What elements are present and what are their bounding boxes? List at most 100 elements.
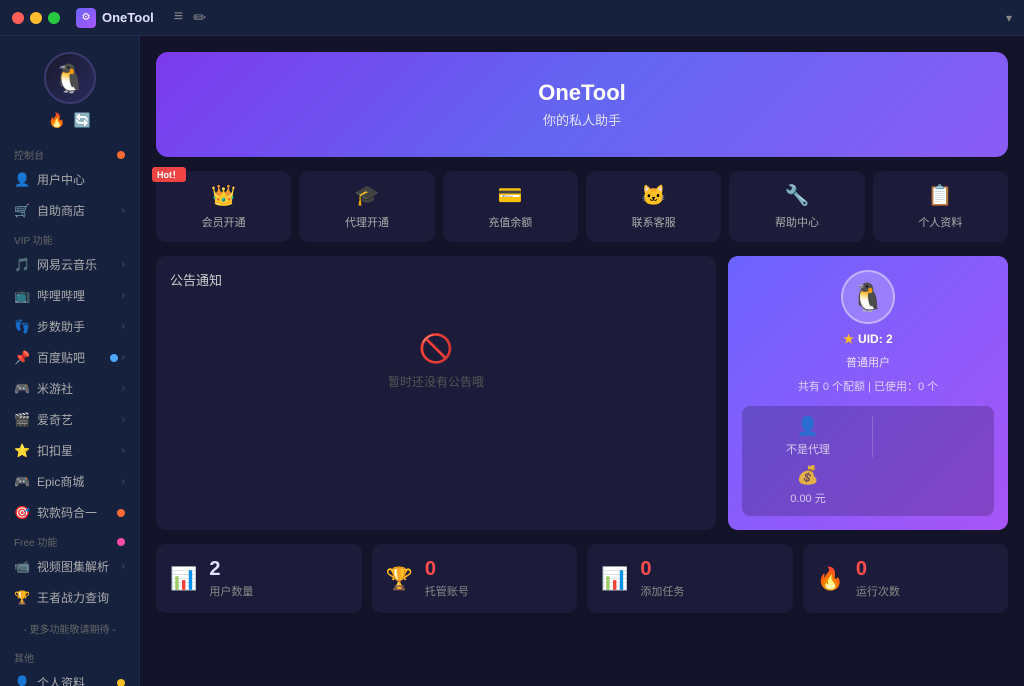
section-dot-console	[117, 151, 125, 159]
quick-action-label: 个人资料	[881, 214, 1000, 230]
stat-card-runs[interactable]: 🔥 0 运行次数	[803, 544, 1009, 613]
section-dot-free	[117, 538, 125, 546]
stat-card-managed[interactable]: 🏆 0 托管账号	[372, 544, 578, 613]
wzry-icon: 🏆	[14, 590, 30, 606]
sidebar: 🐧 🔥 🔄 控制台 👤 用户中心 🛒 自助商店 ›	[0, 36, 140, 686]
minimize-button[interactable]	[30, 12, 42, 24]
avatar-icons: 🔥 🔄	[48, 112, 91, 129]
steps-icon: 👣	[14, 319, 30, 335]
user-card-type: 普通用户	[846, 354, 890, 370]
maximize-button[interactable]	[48, 12, 60, 24]
quick-action-vip[interactable]: Hot！ 👑 会员开通	[156, 171, 291, 242]
music-icon: 🎵	[14, 257, 30, 273]
user-card-action-balance[interactable]: 💰 0.00 元	[752, 465, 864, 506]
quick-action-proxy[interactable]: 🎓 代理开通	[299, 171, 434, 242]
uid-text: UID: 2	[858, 332, 893, 346]
miyoushe-icon: 🎮	[14, 381, 30, 397]
sidebar-item-iqiyi[interactable]: 🎬 爱奇艺 ›	[0, 404, 139, 435]
quick-action-profile[interactable]: 📋 个人资料	[873, 171, 1008, 242]
quick-action-label: 联系客服	[594, 214, 713, 230]
window-controls	[12, 12, 60, 24]
stat-users-icon: 📊	[170, 566, 197, 592]
edit-icon[interactable]: ✏	[193, 8, 206, 28]
arrow-icon: ›	[122, 383, 125, 394]
titlebar-dropdown[interactable]: ▾	[1006, 11, 1012, 25]
stats-row: 📊 2 用户数量 🏆 0 托管账号 📊 0 添加任务	[156, 544, 1008, 613]
sidebar-item-user-center[interactable]: 👤 用户中心	[0, 164, 139, 195]
proxy-icon: 🎓	[307, 183, 426, 208]
iqiyi-icon: 🎬	[14, 412, 30, 428]
avatar[interactable]: 🐧	[44, 52, 96, 104]
sidebar-item-label: 软款码合一	[37, 504, 97, 521]
hero-title: OneTool	[176, 80, 988, 106]
sidebar-item-epic[interactable]: 🎮 Epic商城 ›	[0, 466, 139, 497]
stat-runs-icon: 🔥	[817, 566, 844, 592]
sidebar-item-label: 哔哩哔哩	[37, 287, 85, 304]
sidebar-item-miyoushe[interactable]: 🎮 米游社 ›	[0, 373, 139, 404]
stat-card-users[interactable]: 📊 2 用户数量	[156, 544, 362, 613]
tieba-dot	[110, 354, 118, 362]
profile-dot	[117, 679, 125, 686]
recharge-icon: 💳	[451, 183, 570, 208]
sidebar-item-label: 百度贴吧	[37, 349, 85, 366]
quick-action-label: 会员开通	[164, 214, 283, 230]
hero-banner: OneTool 你的私人助手	[156, 52, 1008, 157]
sidebar-item-baidu-tieba[interactable]: 📌 百度贴吧 ›	[0, 342, 139, 373]
stat-runs-label: 运行次数	[856, 583, 994, 599]
proxy-status-icon: 👤	[797, 416, 819, 437]
menu-icon[interactable]: ≡	[174, 8, 183, 28]
fire-icon[interactable]: 🔥	[48, 112, 65, 129]
sidebar-item-kuma[interactable]: 🎯 软款码合一	[0, 497, 139, 528]
bottom-row: 公告通知 🚫 暂时还没有公告哦 🐧 ★ UID: 2 普通用户 共有 0 个配额…	[156, 256, 1008, 530]
sidebar-item-label: 个人资料	[37, 674, 85, 686]
user-card-avatar: 🐧	[841, 270, 895, 324]
stat-managed-value: 0	[425, 558, 563, 581]
quick-action-help[interactable]: 🔧 帮助中心	[729, 171, 864, 242]
sidebar-item-steps[interactable]: 👣 步数助手 ›	[0, 311, 139, 342]
announcement-panel: 公告通知 🚫 暂时还没有公告哦	[156, 256, 716, 530]
kuma-dot	[117, 509, 125, 517]
stat-tasks-icon: 📊	[601, 566, 628, 592]
quick-action-label: 帮助中心	[737, 214, 856, 230]
app-logo: ⚙ OneTool	[76, 8, 154, 28]
exchange-icon[interactable]: 🔄	[74, 112, 91, 129]
app-body: 🐧 🔥 🔄 控制台 👤 用户中心 🛒 自助商店 ›	[0, 36, 1024, 686]
uid-star-icon: ★	[843, 332, 854, 346]
support-icon: 🐱	[594, 183, 713, 208]
quick-action-recharge[interactable]: 💳 充值余额	[443, 171, 578, 242]
close-button[interactable]	[12, 12, 24, 24]
stat-card-tasks[interactable]: 📊 0 添加任务	[587, 544, 793, 613]
section-label-vip: VIP 功能	[0, 226, 139, 249]
titlebar-actions: ≡ ✏	[174, 8, 207, 28]
user-card-actions: 👤 不是代理 💰 0.00 元	[742, 406, 994, 516]
sidebar-item-shop[interactable]: 🛒 自助商店 ›	[0, 195, 139, 226]
titlebar-right: ▾	[1006, 9, 1012, 27]
quick-actions: Hot！ 👑 会员开通 🎓 代理开通 💳 充值余额 🐱 联系客服 🔧 帮助中心	[156, 171, 1008, 242]
hero-subtitle: 你的私人助手	[176, 110, 988, 129]
kuma-icon: 🎯	[14, 505, 30, 521]
avatar-icon: 🐧	[52, 62, 87, 95]
sidebar-item-wzry[interactable]: 🏆 王者战力查询	[0, 582, 139, 613]
epic-icon: 🎮	[14, 474, 30, 490]
tieba-icon: 📌	[14, 350, 30, 366]
arrow-icon: ›	[122, 290, 125, 301]
sidebar-item-profile[interactable]: 👤 个人资料	[0, 667, 139, 686]
user-card-action-proxy[interactable]: 👤 不是代理	[752, 416, 864, 457]
help-quick-icon: 🔧	[737, 183, 856, 208]
sidebar-item-kouxing[interactable]: ⭐ 扣扣星 ›	[0, 435, 139, 466]
sidebar-item-video-parse[interactable]: 📹 视频图集解析 ›	[0, 551, 139, 582]
quick-action-label: 充值余额	[451, 214, 570, 230]
user-card-quota: 共有 0 个配额 | 已使用：0 个	[798, 378, 938, 394]
sidebar-item-label: 米游社	[37, 380, 73, 397]
section-label-free: Free 功能	[0, 528, 139, 551]
sidebar-item-label: 用户中心	[37, 171, 85, 188]
arrow-icon: ›	[122, 205, 125, 216]
quick-action-support[interactable]: 🐱 联系客服	[586, 171, 721, 242]
proxy-status-label: 不是代理	[786, 441, 830, 457]
card-divider	[872, 416, 873, 457]
sidebar-item-label: Epic商城	[37, 473, 84, 490]
arrow-icon: ›	[122, 561, 125, 572]
sidebar-item-bilibili[interactable]: 📺 哔哩哔哩 ›	[0, 280, 139, 311]
sidebar-item-netease[interactable]: 🎵 网易云音乐 ›	[0, 249, 139, 280]
quick-action-label: 代理开通	[307, 214, 426, 230]
